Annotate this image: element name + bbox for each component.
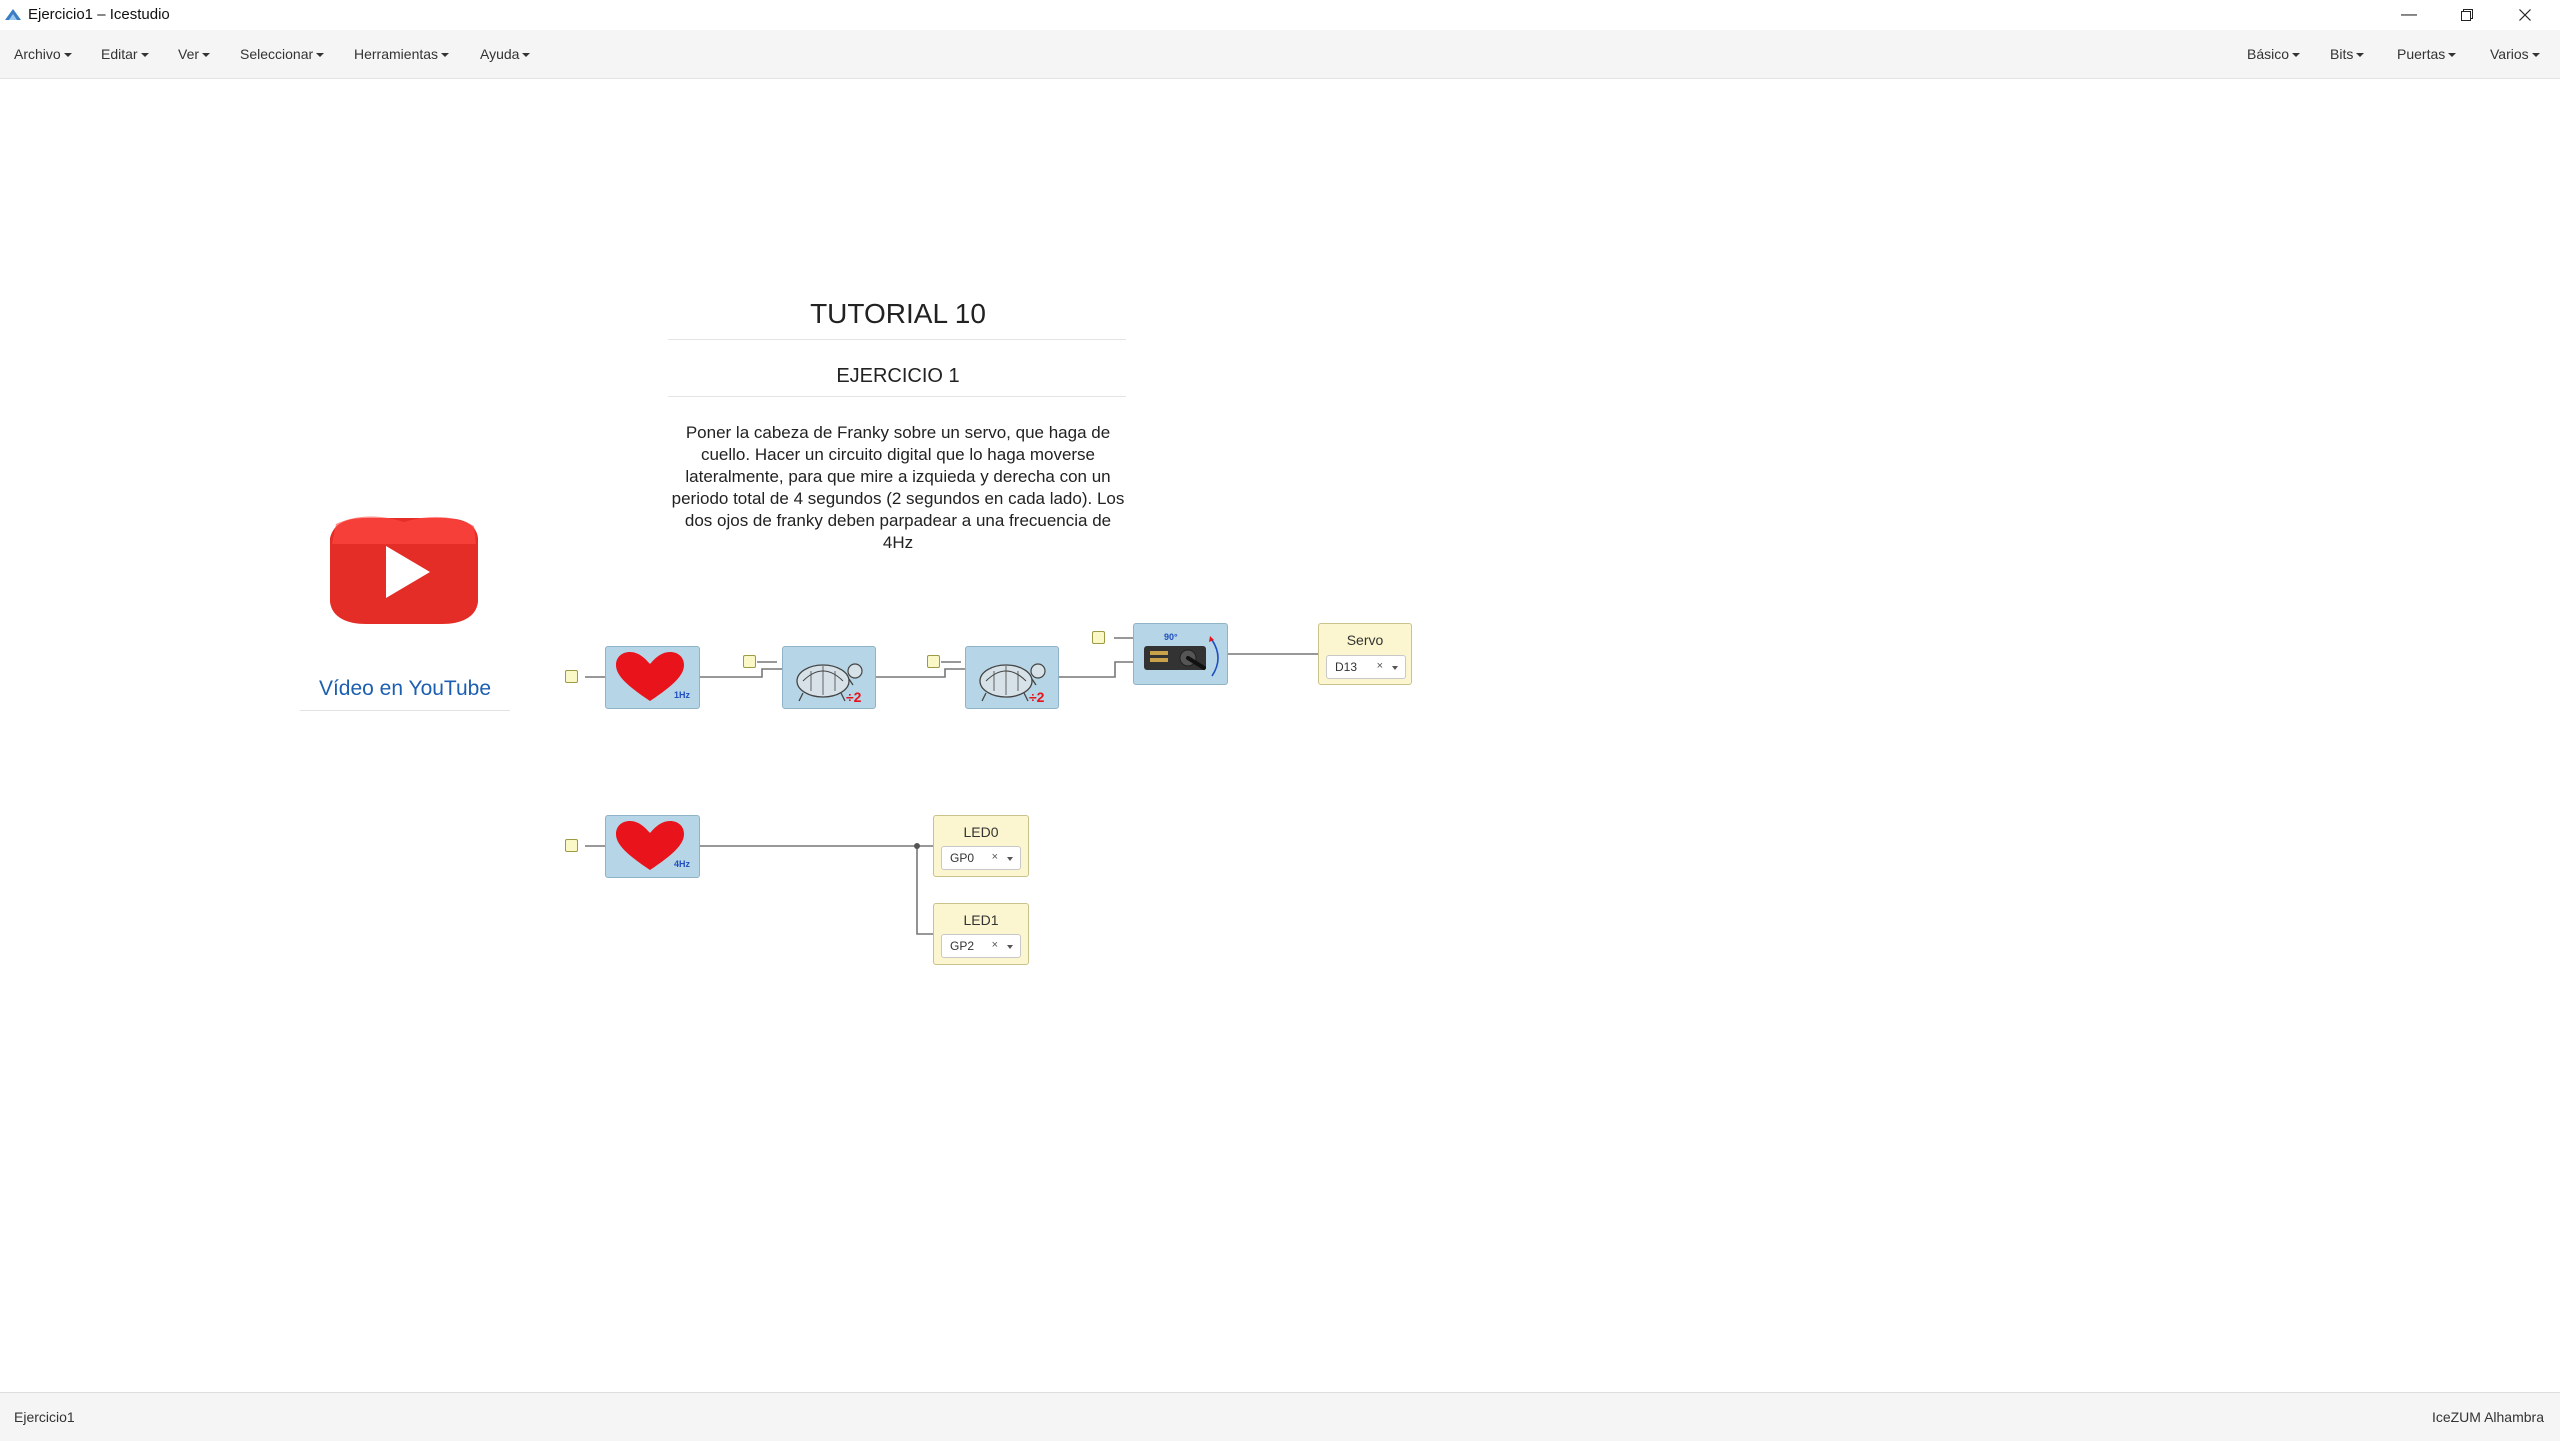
clear-icon[interactable]: × xyxy=(1377,660,1383,672)
led0-label: LED0 xyxy=(963,824,999,840)
caret-down-icon xyxy=(441,53,450,58)
heart-icon: 1Hz xyxy=(616,652,691,701)
chevron-down-icon xyxy=(1007,945,1013,949)
restore-button[interactable] xyxy=(2438,0,2496,30)
page-title: TUTORIAL 10 xyxy=(810,298,986,329)
menu-label: Ayuda xyxy=(480,46,520,62)
wires xyxy=(585,637,1318,935)
divider-block-1[interactable]: ÷2 xyxy=(782,646,876,709)
wire-junction xyxy=(914,843,920,849)
heart-1hz-block[interactable]: 1Hz xyxy=(605,646,700,709)
menu-label: Varios xyxy=(2490,46,2529,62)
chevron-down-icon xyxy=(1392,666,1398,670)
menu-label: Bits xyxy=(2330,46,2354,62)
minimize-button[interactable]: — xyxy=(2380,0,2438,30)
frequency-label: 1Hz xyxy=(674,690,691,700)
chevron-down-icon xyxy=(1007,857,1013,861)
design-canvas[interactable]: TUTORIAL 10 EJERCICIO 1 Poner la cabeza … xyxy=(0,79,2560,1392)
youtube-link[interactable]: Vídeo en YouTube xyxy=(300,677,510,701)
led1-label: LED1 xyxy=(963,912,999,928)
minimize-icon: — xyxy=(2401,6,2417,23)
caret-down-icon xyxy=(63,53,72,58)
caret-down-icon xyxy=(522,53,531,58)
icestudio-logo-icon xyxy=(5,9,21,20)
exercise-description: Poner la cabeza de Franky sobre un servo… xyxy=(671,423,1125,552)
wire xyxy=(700,668,782,678)
status-bar: Ejercicio1 IceZUM Alhambra xyxy=(0,1392,2560,1441)
heart-icon: 4Hz xyxy=(616,821,691,870)
pin-value: D13 xyxy=(1335,660,1358,674)
led1-output-block[interactable]: LED1 GP2 × xyxy=(933,903,1029,965)
menu-ayuda[interactable]: Ayuda xyxy=(480,30,531,78)
menu-bar: Archivo Editar Ver Seleccionar Herramien… xyxy=(0,30,2560,79)
menu-label: Archivo xyxy=(14,46,61,62)
menu-ver[interactable]: Ver xyxy=(178,30,211,78)
wire xyxy=(1059,661,1133,678)
servo-output-block[interactable]: Servo D13 × xyxy=(1318,623,1412,685)
clock-input-port[interactable] xyxy=(927,655,940,668)
exercise-title: EJERCICIO 1 xyxy=(836,365,960,387)
menu-bits[interactable]: Bits xyxy=(2330,30,2365,78)
heart-4hz-block[interactable]: 4Hz xyxy=(605,815,700,878)
frequency-label: 4Hz xyxy=(674,859,691,869)
menu-editar[interactable]: Editar xyxy=(101,30,149,78)
led1-pin-select[interactable]: GP2 × xyxy=(941,934,1021,958)
wire xyxy=(876,668,965,678)
menu-label: Editar xyxy=(101,46,138,62)
clock-input-port[interactable] xyxy=(743,655,756,668)
caret-down-icon xyxy=(2292,53,2301,58)
menu-label: Básico xyxy=(2247,46,2290,62)
menu-varios[interactable]: Varios xyxy=(2490,30,2540,78)
caret-down-icon xyxy=(2356,53,2365,58)
turtle-icon: ÷2 xyxy=(796,663,863,705)
caret-down-icon xyxy=(2448,53,2457,58)
menu-label: Seleccionar xyxy=(240,46,314,62)
caret-down-icon xyxy=(316,53,325,58)
menu-seleccionar[interactable]: Seleccionar xyxy=(240,30,325,78)
title-bar: Ejercicio1 – Icestudio — xyxy=(0,0,2560,30)
project-name: Ejercicio1 xyxy=(14,1409,75,1425)
menu-puertas[interactable]: Puertas xyxy=(2397,30,2457,78)
caret-down-icon xyxy=(2531,53,2540,58)
clear-icon[interactable]: × xyxy=(992,851,998,863)
divider xyxy=(668,396,1126,397)
close-button[interactable] xyxy=(2496,0,2554,30)
divide-label: ÷2 xyxy=(846,689,862,705)
angle-label: 90° xyxy=(1164,632,1178,642)
menu-herramientas[interactable]: Herramientas xyxy=(354,30,450,78)
menu-archivo[interactable]: Archivo xyxy=(14,30,72,78)
menu-label: Herramientas xyxy=(354,46,439,62)
clock-input-port[interactable] xyxy=(565,839,578,852)
clock-input-port[interactable] xyxy=(565,670,578,683)
divider-block-2[interactable]: ÷2 xyxy=(965,646,1059,709)
pin-value: GP0 xyxy=(950,851,975,865)
window-title: Ejercicio1 – Icestudio xyxy=(28,6,170,23)
servo-driver-block[interactable]: 90° xyxy=(1133,623,1228,685)
divider xyxy=(300,710,510,711)
caret-down-icon xyxy=(140,53,149,58)
wire xyxy=(916,846,933,935)
turtle-icon: ÷2 xyxy=(979,663,1046,705)
pin-value: GP2 xyxy=(950,939,975,953)
caret-down-icon xyxy=(202,53,211,58)
divide-label: ÷2 xyxy=(1029,689,1045,705)
clock-input-port[interactable] xyxy=(1092,631,1105,644)
board-name[interactable]: IceZUM Alhambra xyxy=(2432,1409,2544,1425)
menu-label: Puertas xyxy=(2397,46,2446,62)
clear-icon[interactable]: × xyxy=(992,939,998,951)
led0-output-block[interactable]: LED0 GP0 × xyxy=(933,815,1029,877)
servo-icon: 90° xyxy=(1144,632,1219,677)
menu-basico[interactable]: Básico xyxy=(2247,30,2301,78)
divider xyxy=(668,339,1126,340)
servo-pin-select[interactable]: D13 × xyxy=(1326,655,1406,679)
servo-label: Servo xyxy=(1346,632,1384,648)
led0-pin-select[interactable]: GP0 × xyxy=(941,846,1021,870)
close-icon xyxy=(2519,9,2531,21)
restore-icon xyxy=(2461,9,2473,21)
menu-label: Ver xyxy=(178,46,200,62)
